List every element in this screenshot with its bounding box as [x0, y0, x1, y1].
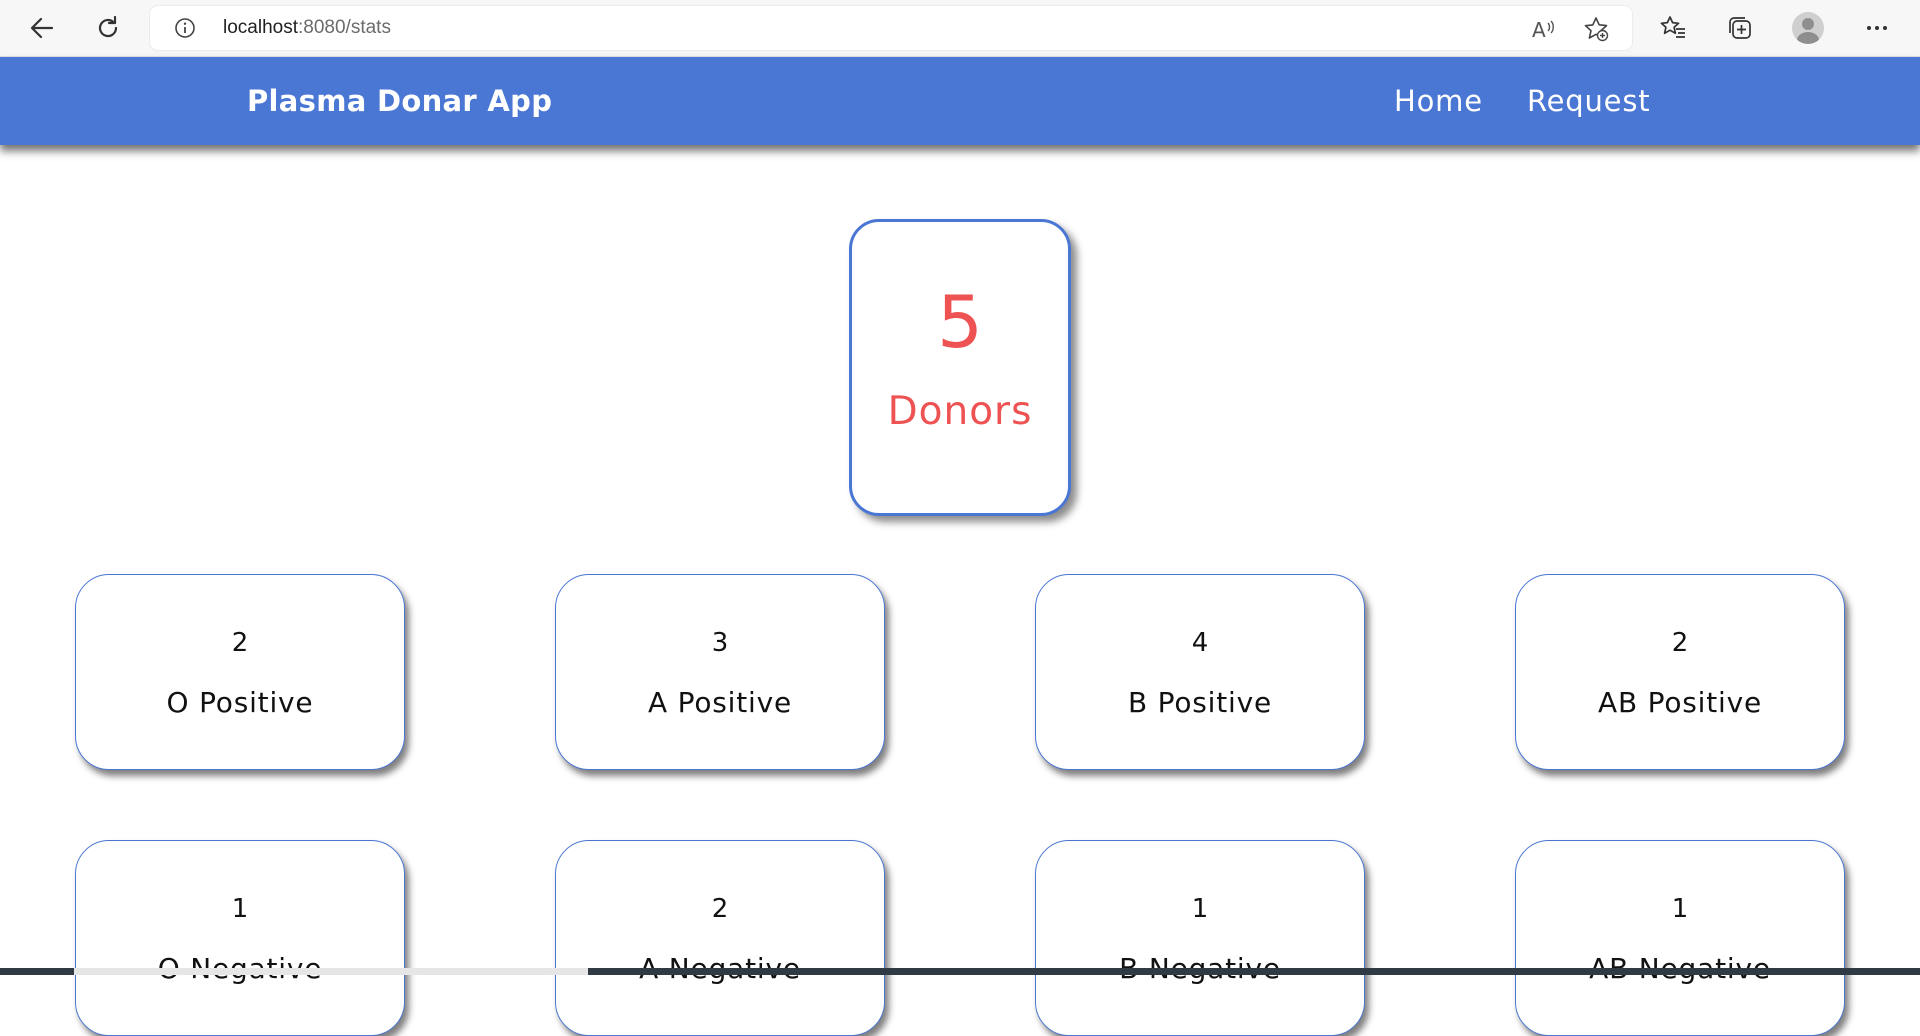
- horizontal-scrollbar[interactable]: [0, 968, 1920, 975]
- url-path: :8080/stats: [298, 17, 391, 38]
- blood-group-card-o-negative: 1 O Negative: [75, 840, 405, 1036]
- svg-text:A: A: [1532, 18, 1546, 42]
- collections-icon[interactable]: [1723, 11, 1757, 45]
- address-bar[interactable]: localhost:8080/stats A: [150, 6, 1632, 50]
- avatar: [1792, 12, 1824, 44]
- url-text[interactable]: localhost:8080/stats: [223, 6, 391, 50]
- back-icon[interactable]: [25, 11, 59, 45]
- app-navbar: Plasma Donar App Home Request: [0, 57, 1920, 145]
- browser-toolbar: localhost:8080/stats A: [0, 0, 1920, 57]
- total-donors-label: Donors: [887, 389, 1033, 434]
- nav-request-link[interactable]: Request: [1527, 57, 1650, 145]
- blood-group-label: AB Positive: [1597, 686, 1762, 719]
- blood-group-count: 2: [711, 894, 729, 924]
- total-donors-count: 5: [937, 280, 983, 364]
- blood-group-count: 1: [231, 894, 249, 924]
- reload-icon[interactable]: [91, 11, 125, 45]
- blood-group-card-ab-positive: 2 AB Positive: [1515, 574, 1845, 770]
- blood-group-card-b-negative: 1 B Negative: [1035, 840, 1365, 1036]
- blood-group-count: 2: [231, 628, 249, 658]
- brand-logo[interactable]: Plasma Donar App: [247, 57, 552, 145]
- read-aloud-icon[interactable]: A: [1530, 16, 1556, 42]
- blood-group-card-ab-negative: 1 AB Negative: [1515, 840, 1845, 1036]
- favorites-icon[interactable]: [1656, 11, 1690, 45]
- blood-group-label: B Positive: [1127, 686, 1273, 719]
- blood-group-count: 1: [1191, 894, 1209, 924]
- favorite-add-icon[interactable]: [1583, 16, 1609, 42]
- nav-home-link[interactable]: Home: [1394, 57, 1483, 145]
- blood-group-count: 2: [1671, 628, 1689, 658]
- total-donors-card: 5 Donors: [849, 219, 1071, 516]
- blood-group-count: 1: [1671, 894, 1689, 924]
- blood-group-count: 3: [711, 628, 729, 658]
- blood-group-count: 4: [1191, 628, 1209, 658]
- blood-group-card-o-positive: 2 O Positive: [75, 574, 405, 770]
- url-host: localhost: [223, 17, 298, 38]
- info-icon[interactable]: [174, 17, 196, 39]
- blood-group-card-b-positive: 4 B Positive: [1035, 574, 1365, 770]
- blood-group-label: O Positive: [166, 686, 314, 719]
- profile-icon[interactable]: [1791, 11, 1825, 45]
- blood-group-card-a-negative: 2 A Negative: [555, 840, 885, 1036]
- more-icon[interactable]: [1860, 11, 1894, 45]
- scrollbar-thumb[interactable]: [74, 968, 588, 975]
- blood-group-card-a-positive: 3 A Positive: [555, 574, 885, 770]
- blood-group-label: A Positive: [648, 686, 792, 719]
